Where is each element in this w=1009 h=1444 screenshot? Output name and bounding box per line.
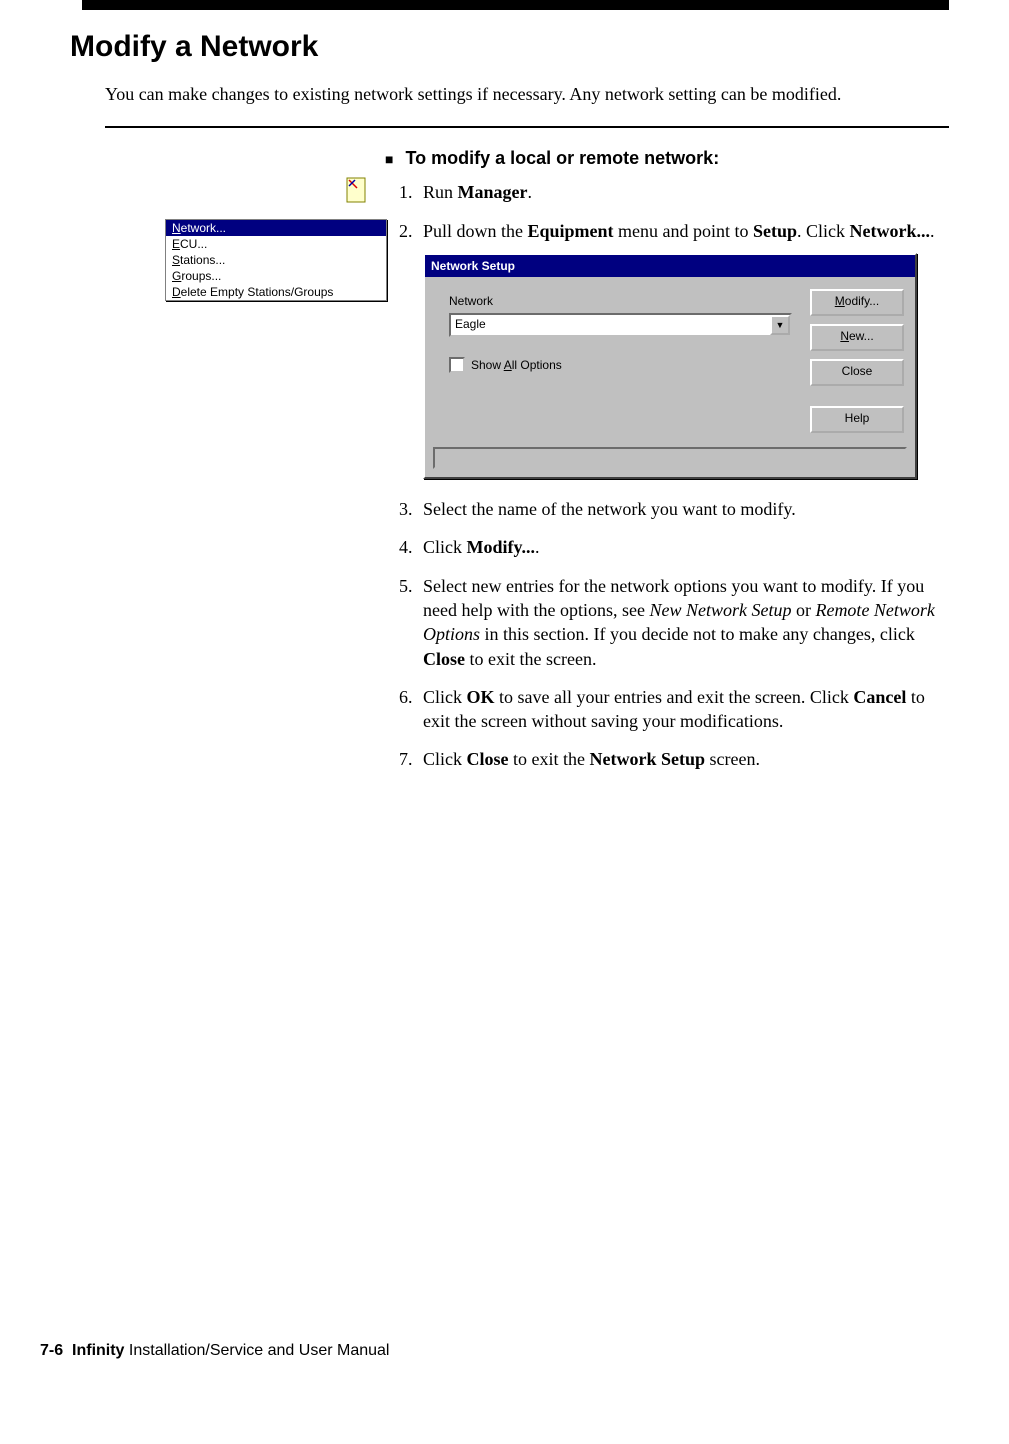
show-all-options-checkbox[interactable]: Show All Options <box>449 357 792 373</box>
menu-item-network[interactable]: Network... <box>166 220 386 236</box>
menu-item-stations[interactable]: Stations... <box>166 252 386 268</box>
step-5: Select new entries for the network optio… <box>417 574 949 671</box>
new-button[interactable]: New... <box>810 324 904 351</box>
intro-paragraph: You can make changes to existing network… <box>105 82 949 106</box>
page-footer: 7-6 Infinity Installation/Service and Us… <box>40 1342 389 1360</box>
network-setup-dialog: Network Setup Network Eagle ▼ Sh <box>423 253 917 479</box>
menu-item-groups[interactable]: Groups... <box>166 268 386 284</box>
close-button[interactable]: Close <box>810 359 904 386</box>
chevron-down-icon[interactable]: ▼ <box>770 315 790 335</box>
bullet-square-icon: ■ <box>385 148 393 170</box>
network-combobox-value: Eagle <box>451 315 770 335</box>
step-2: Pull down the Equipment menu and point t… <box>417 219 949 479</box>
page-heading: Modify a Network <box>70 30 949 64</box>
step-1: Run Manager. <box>417 180 949 204</box>
network-label: Network <box>449 293 792 309</box>
equipment-setup-submenu: Network... ECU... Stations... Groups... … <box>165 219 387 301</box>
step-4: Click Modify.... <box>417 535 949 559</box>
help-button[interactable]: Help <box>810 406 904 433</box>
procedure-step-list: Run Manager. Pull down the Equipment men… <box>385 180 949 771</box>
note-icon <box>345 176 367 204</box>
dialog-titlebar: Network Setup <box>425 255 915 277</box>
show-all-options-label: Show All Options <box>471 357 562 373</box>
menu-item-ecu[interactable]: ECU... <box>166 236 386 252</box>
step-7: Click Close to exit the Network Setup sc… <box>417 747 949 771</box>
dialog-statusbar <box>433 447 907 469</box>
section-divider <box>105 126 949 128</box>
modify-button[interactable]: Modify... <box>810 289 904 316</box>
step-6: Click OK to save all your entries and ex… <box>417 685 949 734</box>
menu-item-delete-empty[interactable]: Delete Empty Stations/Groups <box>166 284 386 300</box>
step-3: Select the name of the network you want … <box>417 497 949 521</box>
procedure-title: To modify a local or remote network: <box>405 148 719 169</box>
network-combobox[interactable]: Eagle ▼ <box>449 313 792 337</box>
checkbox-box-icon <box>449 357 465 373</box>
